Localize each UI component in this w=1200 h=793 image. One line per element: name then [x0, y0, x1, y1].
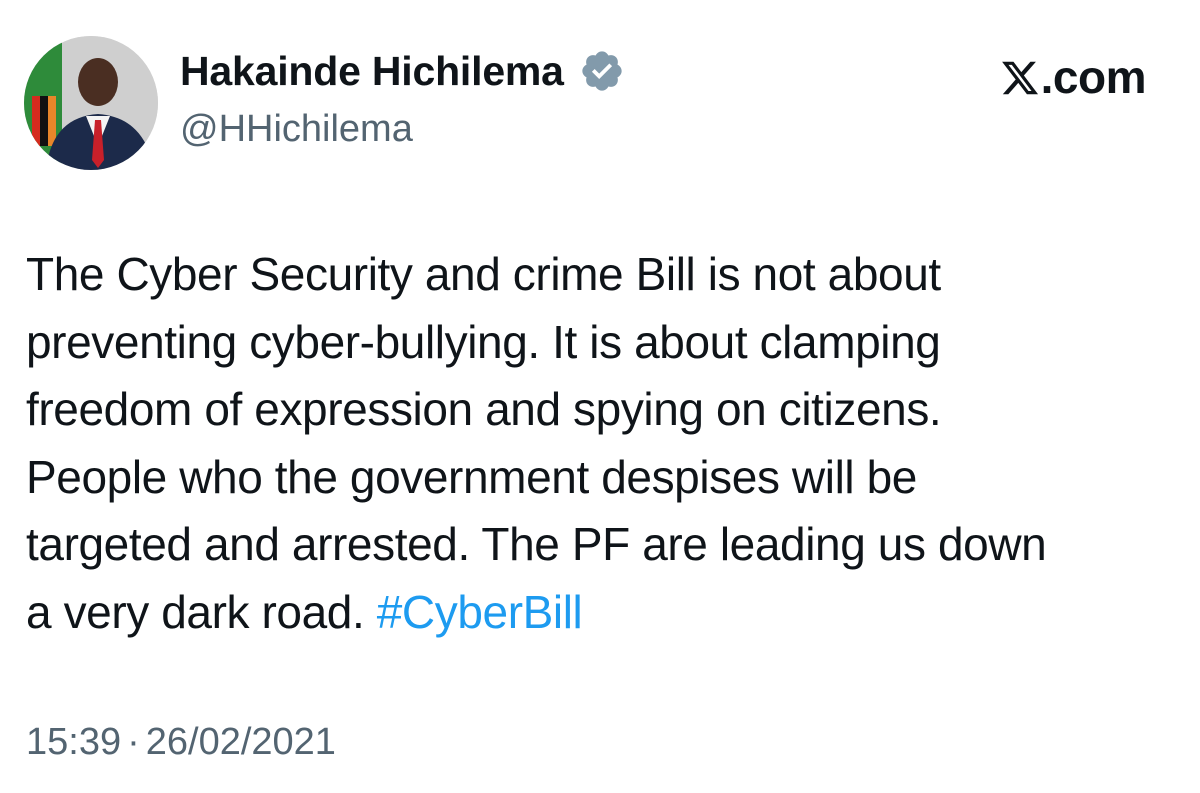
hashtag-link[interactable]: #CyberBill [377, 586, 583, 638]
author-name-text[interactable]: Hakainde Hichilema [180, 48, 564, 94]
tweet-time: 15:39 [26, 721, 122, 763]
tweet-line-text: a very dark road. [26, 585, 365, 638]
tweet-line: The Cyber Security and crime Bill is not… [26, 248, 941, 300]
tweet-line: freedom of expression and spying on citi… [26, 383, 942, 435]
site-badge: .com [1000, 50, 1147, 104]
site-label: .com [1040, 51, 1147, 103]
tweet-line: targeted and arrested. The PF are leadin… [26, 518, 1047, 570]
author-handle[interactable]: @HHichilema [180, 108, 413, 151]
tweet-timestamp[interactable]: 15:39 · 26/02/2021 [26, 721, 336, 764]
profile-photo [24, 36, 158, 170]
verified-badge-icon [582, 51, 622, 91]
tweet-text: The Cyber Security and crime Bill is not… [26, 241, 1176, 646]
author-name[interactable]: Hakainde Hichilema [180, 48, 625, 95]
tweet-date: 26/02/2021 [145, 721, 336, 763]
meta-separator: · [127, 721, 140, 763]
tweet-line: People who the government despises will … [26, 450, 917, 503]
tweet-line-last: a very dark road. #CyberBill [26, 579, 1176, 647]
x-logo-icon [1001, 61, 1038, 95]
tweet-line: preventing cyber-bullying. It is about c… [26, 315, 941, 368]
avatar[interactable] [24, 36, 158, 170]
